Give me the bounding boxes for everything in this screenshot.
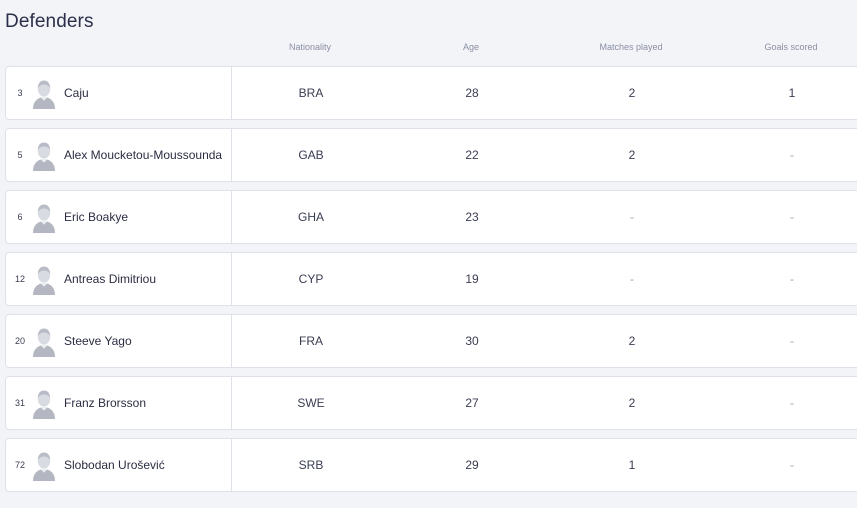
shirt-number: 72 — [14, 460, 25, 470]
goals-scored-value: 1 — [788, 86, 796, 100]
table-header: Nationality Age Matches played Goals sco… — [0, 42, 857, 56]
age-value: 30 — [465, 334, 479, 348]
matches-played-value: - — [630, 272, 634, 286]
player-avatar-icon — [32, 389, 56, 419]
age-value: 22 — [465, 148, 479, 162]
player-avatar-icon — [32, 451, 56, 481]
player-row[interactable]: 20 Steeve Yago FRA 30 2 - — [5, 314, 857, 368]
player-row[interactable]: 12 Antreas Dimitriou CYP 19 - - — [5, 252, 857, 306]
column-header-matches-played[interactable]: Matches played — [599, 42, 662, 52]
age-value: 23 — [465, 210, 479, 224]
player-name[interactable]: Caju — [64, 86, 89, 100]
nationality-value: SWE — [297, 396, 325, 410]
nationality-value: BRA — [298, 86, 324, 100]
column-header-age[interactable]: Age — [463, 42, 479, 52]
player-cell[interactable]: 72 Slobodan Urošević — [6, 439, 232, 491]
player-avatar-icon — [32, 327, 56, 357]
shirt-number: 6 — [17, 212, 23, 222]
shirt-number: 12 — [14, 274, 25, 284]
matches-played-value: - — [630, 210, 634, 224]
player-name[interactable]: Franz Brorsson — [64, 396, 146, 410]
nationality-value: GAB — [298, 148, 324, 162]
player-avatar-icon — [32, 203, 56, 233]
player-row[interactable]: 5 Alex Moucketou-Moussounda GAB 22 2 - — [5, 128, 857, 182]
player-list: 3 Caju BRA 28 2 1 5 Alex Moucketou-Mouss… — [5, 66, 857, 500]
goals-scored-value: - — [790, 396, 794, 410]
shirt-number: 31 — [14, 398, 25, 408]
shirt-number: 20 — [14, 336, 25, 346]
player-cell[interactable]: 3 Caju — [6, 67, 232, 119]
player-name[interactable]: Antreas Dimitriou — [64, 272, 156, 286]
player-avatar-icon — [32, 141, 56, 171]
nationality-value: CYP — [298, 272, 324, 286]
player-row[interactable]: 31 Franz Brorsson SWE 27 2 - — [5, 376, 857, 430]
age-value: 29 — [465, 458, 479, 472]
player-name[interactable]: Steeve Yago — [64, 334, 132, 348]
goals-scored-value: - — [790, 272, 794, 286]
nationality-value: FRA — [299, 334, 323, 348]
player-row[interactable]: 72 Slobodan Urošević SRB 29 1 - — [5, 438, 857, 492]
player-cell[interactable]: 5 Alex Moucketou-Moussounda — [6, 129, 232, 181]
player-avatar-icon — [32, 265, 56, 295]
matches-played-value: 2 — [628, 396, 636, 410]
goals-scored-value: - — [790, 458, 794, 472]
player-name[interactable]: Slobodan Urošević — [64, 458, 165, 472]
nationality-value: SRB — [298, 458, 324, 472]
matches-played-value: 2 — [628, 148, 636, 162]
goals-scored-value: - — [790, 148, 794, 162]
goals-scored-value: - — [790, 334, 794, 348]
age-value: 28 — [465, 86, 479, 100]
shirt-number: 5 — [17, 150, 23, 160]
matches-played-value: 2 — [628, 86, 636, 100]
player-cell[interactable]: 6 Eric Boakye — [6, 191, 232, 243]
player-cell[interactable]: 31 Franz Brorsson — [6, 377, 232, 429]
player-cell[interactable]: 20 Steeve Yago — [6, 315, 232, 367]
matches-played-value: 2 — [628, 334, 636, 348]
player-row[interactable]: 3 Caju BRA 28 2 1 — [5, 66, 857, 120]
column-header-goals-scored[interactable]: Goals scored — [764, 42, 817, 52]
section-title: Defenders — [5, 11, 94, 32]
goals-scored-value: - — [790, 210, 794, 224]
matches-played-value: 1 — [628, 458, 636, 472]
player-cell[interactable]: 12 Antreas Dimitriou — [6, 253, 232, 305]
column-header-nationality[interactable]: Nationality — [289, 42, 331, 52]
age-value: 27 — [465, 396, 479, 410]
player-row[interactable]: 6 Eric Boakye GHA 23 - - — [5, 190, 857, 244]
shirt-number: 3 — [17, 88, 23, 98]
nationality-value: GHA — [297, 210, 325, 224]
player-avatar-icon — [32, 79, 56, 109]
player-name[interactable]: Alex Moucketou-Moussounda — [64, 148, 222, 162]
player-name[interactable]: Eric Boakye — [64, 210, 128, 224]
age-value: 19 — [465, 272, 479, 286]
